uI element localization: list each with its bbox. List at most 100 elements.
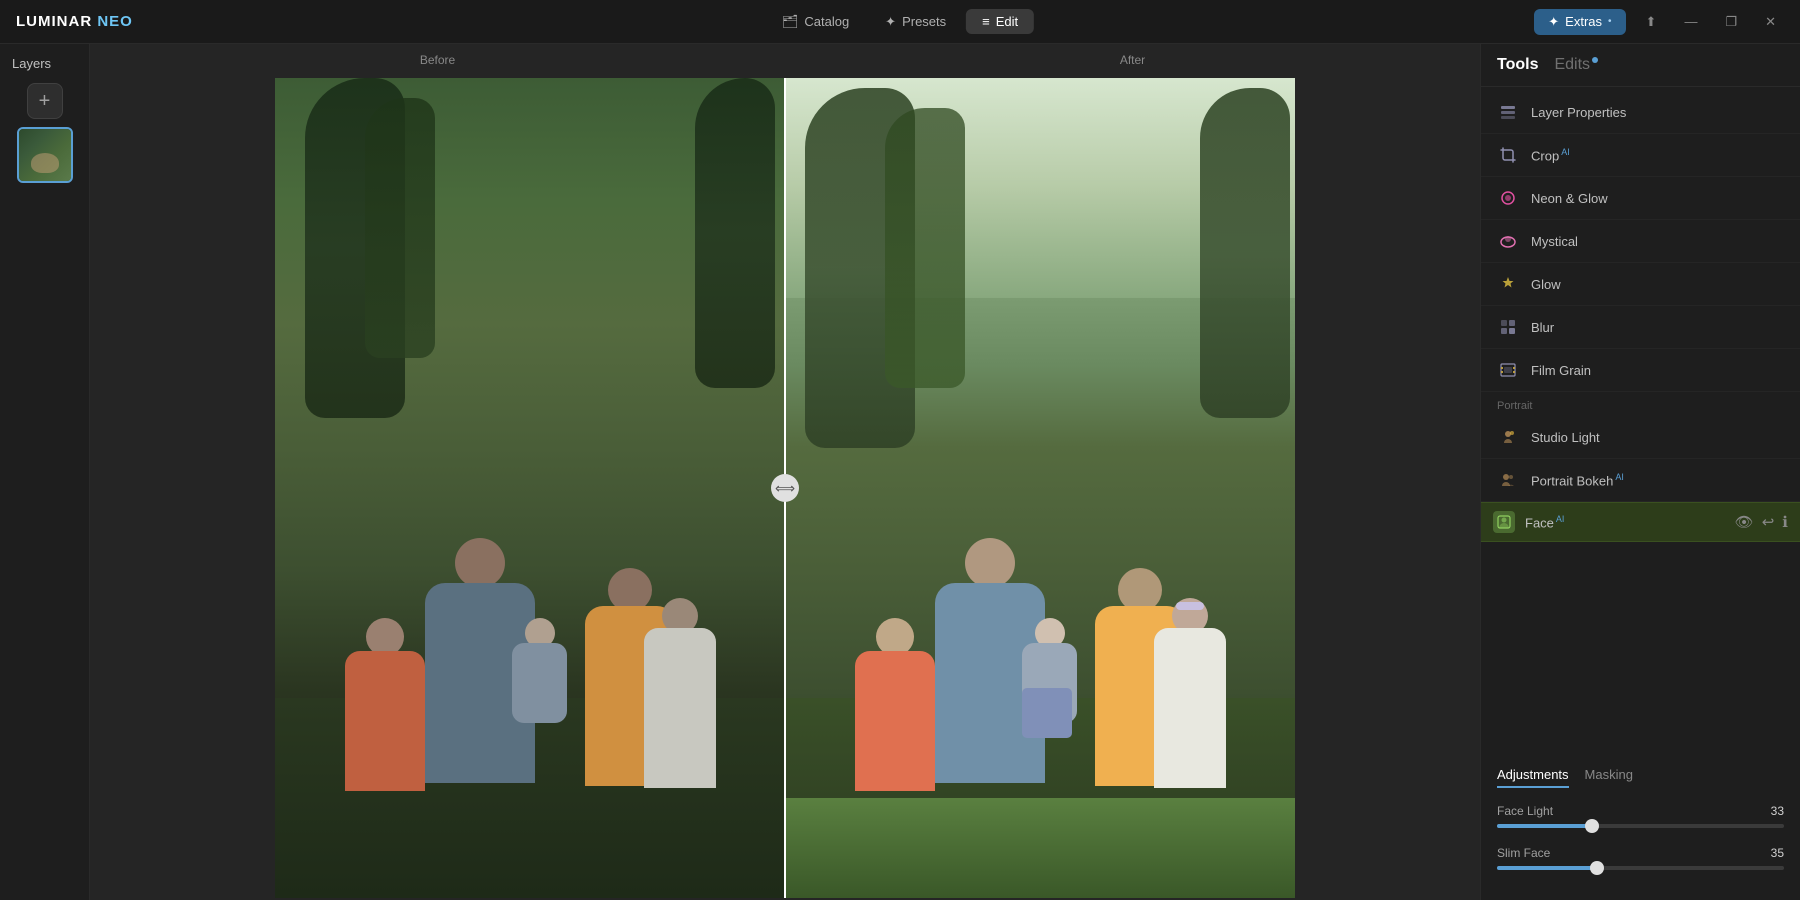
edit-nav-button[interactable]: ≡ Edit [966,9,1034,34]
adjustments-panel: Adjustments Masking Face Light 33 Slim F… [1481,755,1800,900]
portrait-bokeh-label: Portrait BokehAI [1531,472,1624,488]
tool-layer-properties[interactable]: Layer Properties [1481,91,1800,134]
face-light-thumb[interactable] [1585,819,1599,833]
blur-label: Blur [1531,320,1554,335]
photo-after [785,78,1295,898]
slim-face-fill [1497,866,1597,870]
presets-icon: ✦ [885,14,896,30]
tree-right-after [1200,88,1290,418]
photo-bg-after [785,78,1295,898]
plus-icon: + [39,90,51,113]
titlebar: LUMINAR NEO 🗂 Catalog ✦ Presets ≡ Edit ✦… [0,0,1800,44]
extras-button[interactable]: ✦ Extras• [1534,9,1625,35]
app-logo: LUMINAR NEO [16,13,133,30]
portrait-bokeh-icon [1497,469,1519,491]
tools-list: Layer Properties CropAI [1481,87,1800,755]
glow-label: Glow [1531,277,1561,292]
glow-icon [1497,273,1519,295]
adj-tabs: Adjustments Masking [1497,767,1784,788]
crop-label: CropAI [1531,147,1570,163]
extras-icon: ✦ [1548,14,1559,30]
photo-container: ⟺ [275,78,1295,898]
studio-light-label: Studio Light [1531,430,1600,445]
slim-face-label: Slim Face [1497,846,1550,860]
masking-tab[interactable]: Masking [1585,767,1633,788]
mystical-label: Mystical [1531,234,1578,249]
photo-before [275,78,785,898]
catalog-nav-button[interactable]: 🗂 Catalog [766,9,865,35]
minimize-button[interactable]: — [1676,10,1705,33]
face-light-track[interactable] [1497,824,1784,828]
tool-glow[interactable]: Glow [1481,263,1800,306]
face-light-group: Face Light 33 [1497,804,1784,828]
layer-properties-icon [1497,101,1519,123]
tool-mystical[interactable]: Mystical [1481,220,1800,263]
slim-face-thumb[interactable] [1590,861,1604,875]
neon-glow-icon [1497,187,1519,209]
layer-properties-label: Layer Properties [1531,105,1626,120]
tool-neon-glow[interactable]: Neon & Glow [1481,177,1800,220]
before-after-bar: Before After [90,44,1480,76]
face-bar-left: FaceAI [1493,511,1564,533]
face-tool-icon [1493,511,1515,533]
slim-face-group: Slim Face 35 [1497,846,1784,870]
tool-portrait-bokeh[interactable]: Portrait BokehAI [1481,459,1800,502]
tool-film-grain[interactable]: Film Grain [1481,349,1800,392]
before-label: Before [90,53,785,67]
right-panel: Tools Edits Layer Properties [1480,44,1800,900]
edits-tab[interactable]: Edits [1554,56,1598,74]
face-light-label: Face Light [1497,804,1553,818]
share-button[interactable]: ⬆ [1638,10,1665,34]
presets-nav-button[interactable]: ✦ Presets [869,9,962,35]
face-reset-button[interactable]: ↩ [1762,513,1775,531]
film-grain-icon [1497,359,1519,381]
face-tool-label: FaceAI [1525,514,1564,530]
tool-studio-light[interactable]: Studio Light [1481,416,1800,459]
mystical-icon [1497,230,1519,252]
face-info-button[interactable]: ℹ [1782,513,1788,531]
film-grain-label: Film Grain [1531,363,1591,378]
crop-icon [1497,144,1519,166]
slim-face-value: 35 [1756,846,1784,860]
add-layer-button[interactable]: + [27,83,63,119]
people-before [340,458,720,838]
face-visibility-button[interactable]: 👁 [1735,513,1754,531]
canvas-wrapper[interactable]: ⟺ [90,76,1480,900]
layer-thumb-image [19,129,71,181]
tree-right-before [695,78,775,388]
app-name: LUMINAR NEO [16,13,133,30]
layers-panel: Layers + [0,44,90,900]
after-label: After [785,53,1480,67]
maximize-button[interactable]: ❐ [1717,10,1745,34]
face-light-value: 33 [1756,804,1784,818]
photo-bg-before [275,78,785,898]
adjustments-tab[interactable]: Adjustments [1497,767,1569,788]
nav-bar: 🗂 Catalog ✦ Presets ≡ Edit [766,9,1034,35]
layers-panel-title: Layers [0,56,51,71]
neon-glow-label: Neon & Glow [1531,191,1608,206]
canvas-area: Before After [90,44,1480,900]
edits-dot [1592,57,1598,63]
portrait-section-label: Portrait [1481,392,1800,416]
divider-handle[interactable]: ⟺ [771,474,799,502]
panel-header: Tools Edits [1481,44,1800,87]
titlebar-right: ✦ Extras• ⬆ — ❐ ✕ [1534,9,1784,35]
blur-icon [1497,316,1519,338]
edit-icon: ≡ [982,14,990,29]
main-container: Layers + Before After [0,44,1800,900]
catalog-icon: 🗂 [782,14,799,30]
slim-face-track[interactable] [1497,866,1784,870]
layer-thumbnail[interactable] [17,127,73,183]
face-light-fill [1497,824,1592,828]
face-light-row: Face Light 33 [1497,804,1784,818]
face-bar-right: 👁 ↩ ℹ [1735,513,1788,531]
tools-tab[interactable]: Tools [1497,56,1538,74]
people-after [850,458,1230,838]
studio-light-icon [1497,426,1519,448]
tool-blur[interactable]: Blur [1481,306,1800,349]
face-tool-bar[interactable]: FaceAI 👁 ↩ ℹ [1481,502,1800,542]
close-button[interactable]: ✕ [1757,10,1784,34]
slim-face-row: Slim Face 35 [1497,846,1784,860]
tool-crop[interactable]: CropAI [1481,134,1800,177]
tree-mid-before [365,98,435,358]
